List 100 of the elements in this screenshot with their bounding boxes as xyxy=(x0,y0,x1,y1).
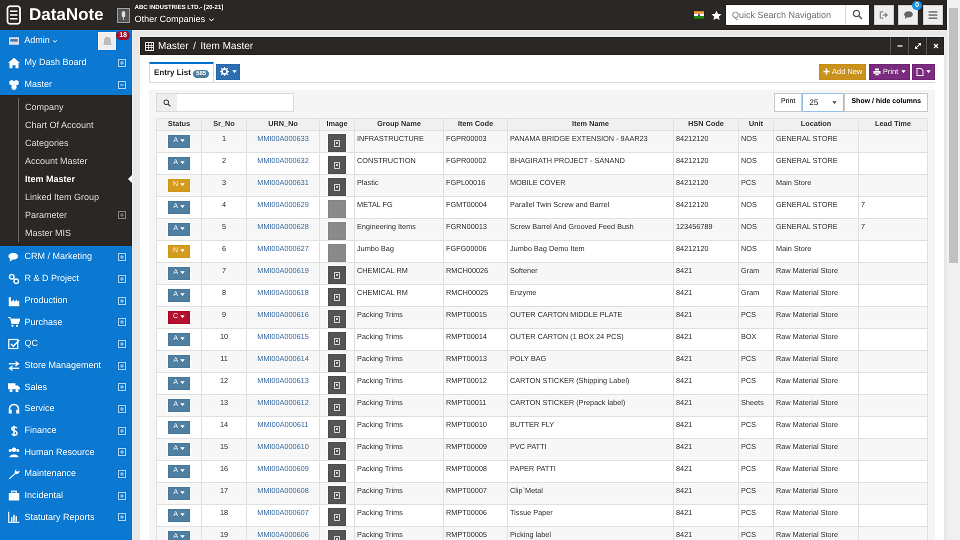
logout-icon xyxy=(878,10,888,20)
caret-icon xyxy=(180,468,185,473)
menu-item[interactable]: QC xyxy=(0,333,132,355)
caret-icon xyxy=(926,69,931,74)
caret-icon xyxy=(180,380,185,385)
caret-icon xyxy=(180,314,185,319)
flag-icon xyxy=(692,10,706,20)
caret-icon xyxy=(180,160,185,165)
image-placeholder-icon xyxy=(328,310,346,328)
submenu-item[interactable]: Master MIS xyxy=(18,224,132,242)
image-placeholder-icon xyxy=(328,178,346,196)
swap-icon xyxy=(8,360,20,372)
caret-icon xyxy=(832,100,838,105)
bar-chart-icon xyxy=(8,511,20,524)
menu-item[interactable]: My Dash Board xyxy=(0,52,132,74)
submenu-item[interactable]: Categories xyxy=(18,134,132,152)
headset-icon xyxy=(8,403,20,416)
menu-item[interactable]: R & D Project xyxy=(0,268,132,290)
image-placeholder-icon xyxy=(328,376,346,394)
document-icon xyxy=(916,68,924,76)
search-field[interactable]: Quick Search Navigation xyxy=(726,5,845,25)
image-placeholder-icon xyxy=(328,442,346,460)
company-switch[interactable]: Other Companies xyxy=(134,12,224,26)
image-placeholder-icon xyxy=(328,398,346,416)
caret-icon xyxy=(232,69,237,74)
submenu-item[interactable]: Chart Of Account xyxy=(18,116,132,134)
printer-icon xyxy=(872,68,881,76)
collapse-icon[interactable] xyxy=(118,80,126,89)
submenu-item[interactable]: Company xyxy=(18,98,132,116)
page-size-select[interactable]: 25 xyxy=(802,93,844,112)
menu-button[interactable] xyxy=(922,5,942,25)
menu-item[interactable]: Incidental xyxy=(0,484,132,507)
expand-icon[interactable] xyxy=(118,211,126,220)
menu-item[interactable]: Purchase xyxy=(0,311,132,334)
breadcrumb-separator: / xyxy=(193,40,196,54)
menu-item[interactable]: Store Management xyxy=(0,354,132,376)
image-placeholder-icon xyxy=(328,464,346,482)
image-placeholder-icon xyxy=(328,332,346,350)
table-icon xyxy=(144,42,154,50)
chevron-icon xyxy=(52,38,58,44)
caret-icon xyxy=(180,446,185,451)
link-icon xyxy=(8,272,20,285)
menu-item[interactable]: Maintenance xyxy=(0,463,132,485)
wrench-icon xyxy=(8,468,20,480)
plus-icon xyxy=(822,68,830,76)
photo-placeholder xyxy=(328,222,346,240)
microphone-icon xyxy=(117,8,130,22)
menu-item[interactable]: Service xyxy=(0,398,132,420)
caret-icon xyxy=(180,534,185,539)
caret-icon xyxy=(180,204,185,209)
submenu-item[interactable]: Account Master xyxy=(18,152,132,170)
submenu-item[interactable]: Item Master xyxy=(18,170,132,188)
caret-icon xyxy=(180,248,185,253)
chat-icon xyxy=(902,10,914,20)
caret-icon xyxy=(180,402,185,407)
briefcase-icon xyxy=(8,490,20,502)
search-button[interactable] xyxy=(845,5,869,25)
image-placeholder-icon xyxy=(328,288,346,306)
dollar-icon xyxy=(8,424,20,437)
settings-icon xyxy=(220,67,230,76)
menu-item[interactable]: Master xyxy=(0,74,132,96)
menu-item[interactable]: Statutary Reports xyxy=(0,506,132,528)
image-placeholder-icon xyxy=(328,156,346,174)
checkbox-icon xyxy=(8,338,20,350)
chat-icon xyxy=(8,251,20,264)
caret-icon xyxy=(180,182,185,187)
image-placeholder-icon xyxy=(328,486,346,504)
caret-icon xyxy=(180,270,185,275)
caret-icon xyxy=(180,424,185,429)
caret-icon xyxy=(900,69,906,74)
close-icon xyxy=(932,42,940,50)
caret-icon xyxy=(180,490,185,495)
caret-icon xyxy=(180,512,185,517)
menu-item[interactable]: CRM / Marketing xyxy=(0,246,132,268)
menu-item[interactable]: Human Resource xyxy=(0,442,132,464)
resize-icon xyxy=(914,42,922,50)
settings-dropdown[interactable] xyxy=(216,64,240,80)
user-menu[interactable]: Admin xyxy=(24,34,50,48)
caret-icon xyxy=(180,336,185,341)
caret-icon xyxy=(180,138,185,143)
menu-item[interactable]: Production xyxy=(0,290,132,312)
app-logo: DataNote xyxy=(29,4,104,26)
users-icon xyxy=(8,446,20,458)
breadcrumb-link[interactable]: Master xyxy=(158,38,189,54)
image-placeholder-icon xyxy=(328,508,346,526)
logout-button[interactable] xyxy=(874,5,894,25)
breadcrumb-current: Item Master xyxy=(200,40,254,54)
menu-item[interactable]: Finance xyxy=(0,420,132,442)
export-button[interactable] xyxy=(912,64,935,80)
menu-item[interactable]: Sales xyxy=(0,376,132,398)
home-icon xyxy=(8,56,20,69)
submenu-item[interactable]: Parameter xyxy=(18,206,132,224)
star-icon[interactable] xyxy=(710,10,722,20)
table-search-field[interactable] xyxy=(156,93,294,112)
bell-icon xyxy=(102,36,112,46)
submenu-item[interactable]: Linked Item Group xyxy=(18,188,132,206)
scrollbar[interactable] xyxy=(947,0,960,540)
image-placeholder-icon xyxy=(328,266,346,284)
image-placeholder-icon xyxy=(328,354,346,372)
photo-placeholder xyxy=(328,200,346,218)
